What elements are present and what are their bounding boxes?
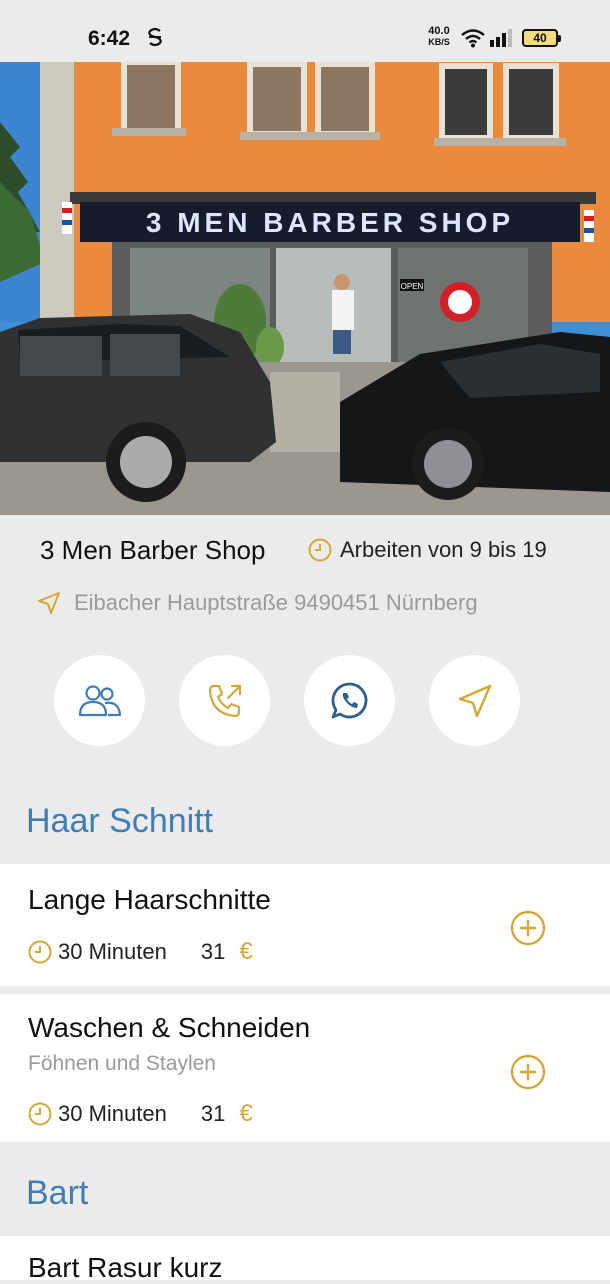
phone-outgoing-icon [208, 684, 241, 717]
service-name: Lange Haarschnitte [28, 884, 271, 915]
shop-sign-text: 3 MEN BARBER SHOP [146, 207, 514, 238]
network-speed: 40.0 KB/S [423, 26, 455, 48]
service-subtitle: Föhnen und Staylen [28, 1052, 216, 1075]
clock-icon [28, 1102, 52, 1126]
service-name: Bart Rasur kurz [28, 1252, 223, 1283]
call-button[interactable] [179, 655, 270, 746]
service-item[interactable]: Waschen & Schneiden Föhnen und Staylen 3… [0, 994, 610, 1142]
opening-hours: Arbeiten von 9 bis 19 [308, 537, 547, 563]
shop-address[interactable]: Eibacher Hauptstraße 9490451 Nürnberg [36, 590, 478, 616]
section-title-haar-schnitt: Haar Schnitt [26, 802, 214, 840]
service-duration: 30 Minuten [58, 1101, 167, 1126]
service-price: 31 [200, 939, 226, 964]
navigation-arrow-icon [458, 684, 491, 717]
service-name: Waschen & Schneiden [28, 1012, 311, 1043]
service-item[interactable]: Lange Haarschnitte 30 Minuten 31 € [0, 864, 610, 986]
shop-photo-illustration: 3 MEN BARBER SHOP OPEN [0, 62, 610, 515]
clock-icon [28, 940, 52, 964]
team-button[interactable] [54, 655, 145, 746]
shop-photo: 3 MEN BARBER SHOP OPEN [0, 62, 610, 515]
currency-symbol: € [239, 1100, 253, 1127]
status-bar: 6:42 40.0 KB/S 40 [0, 0, 610, 62]
opening-hours-text: Arbeiten von 9 bis 19 [340, 537, 547, 562]
clock-icon [308, 538, 332, 562]
service-price: 31 [200, 1101, 226, 1126]
service-meta: 30 Minuten 31 € [28, 938, 253, 966]
wifi-icon [461, 29, 485, 48]
service-item[interactable]: Bart Rasur kurz [0, 1236, 610, 1283]
action-bar [54, 655, 520, 746]
service-duration: 30 Minuten [58, 939, 167, 964]
navigate-button[interactable] [429, 655, 520, 746]
network-speed-value: 40.0 [428, 25, 450, 37]
shop-address-text: Eibacher Hauptstraße 9490451 Nürnberg [74, 590, 478, 615]
people-icon [78, 684, 121, 716]
battery-icon: 40 [522, 29, 561, 47]
status-time: 6:42 [88, 27, 131, 50]
network-speed-unit: KB/S [428, 37, 450, 47]
section-title-bart: Bart [26, 1174, 89, 1212]
whatsapp-icon [331, 682, 367, 718]
signal-icon [490, 29, 512, 47]
add-service-icon[interactable] [510, 910, 546, 946]
open-sign-text: OPEN [401, 282, 424, 291]
add-service-icon[interactable] [510, 1054, 546, 1090]
sync-icon [148, 27, 162, 47]
service-meta: 30 Minuten 31 € [28, 1100, 253, 1128]
currency-symbol: € [239, 938, 253, 965]
whatsapp-button[interactable] [304, 655, 395, 746]
navigation-arrow-icon [38, 592, 60, 614]
shop-name: 3 Men Barber Shop [40, 535, 266, 565]
